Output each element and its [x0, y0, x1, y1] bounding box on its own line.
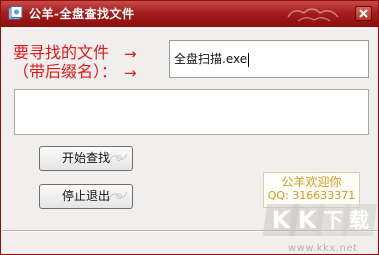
- filename-input-value: 全盘扫描.exe: [174, 52, 248, 66]
- app-icon: [8, 6, 23, 21]
- start-search-button-label: 开始查找: [61, 151, 110, 165]
- text-caret: [248, 52, 250, 67]
- close-button[interactable]: [355, 6, 372, 21]
- qq-number-text: QQ: 316633371: [267, 189, 356, 202]
- watermark-letter: 载: [349, 208, 369, 232]
- filename-input[interactable]: 全盘扫描.exe: [169, 40, 369, 78]
- arrow-right-icon: →: [124, 64, 137, 82]
- welcome-text: 公羊欢迎你: [281, 175, 342, 189]
- close-icon: [359, 9, 368, 18]
- title-bar[interactable]: 公羊-全盘查找文件: [1, 1, 378, 27]
- stop-exit-button-label: 停止退出: [61, 189, 110, 203]
- start-search-button[interactable]: 开始查找: [39, 146, 133, 171]
- welcome-panel: 公羊欢迎你 QQ: 316633371: [263, 172, 360, 208]
- main-window: 公羊-全盘查找文件 要寻找的文件 （带后缀名）： → → 全盘扫描.exe 开始…: [0, 0, 379, 255]
- filename-label-line1: 要寻找的文件: [13, 43, 110, 62]
- arrow-right-icon: →: [124, 45, 137, 63]
- swirl-ornament-icon: [107, 188, 129, 208]
- window-title: 公羊-全盘查找文件: [29, 7, 135, 21]
- filename-label-line2: （带后缀名）：: [13, 62, 118, 81]
- cloud-ornament-icon: [284, 3, 344, 29]
- results-textarea[interactable]: [14, 89, 369, 135]
- stop-exit-button[interactable]: 停止退出: [39, 184, 133, 209]
- swirl-ornament-icon: [107, 150, 129, 170]
- kkx-watermark-logo: K K 下 载: [262, 204, 378, 244]
- watermark-url: www.kkx.net: [288, 243, 358, 254]
